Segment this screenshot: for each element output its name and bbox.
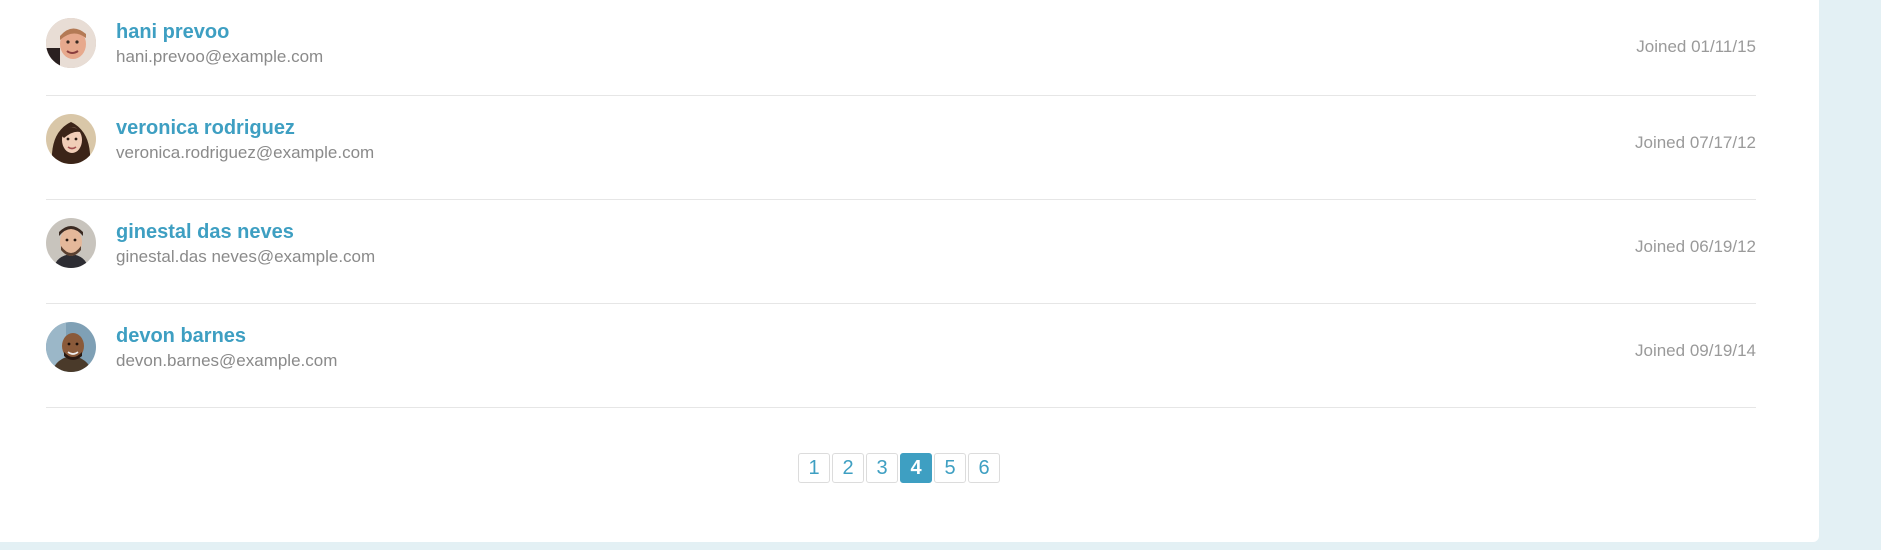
pagination: 1 2 3 4 5 6 [798,453,1000,483]
user-avatar[interactable] [46,114,96,164]
user-email: ginestal.das neves@example.com [116,247,376,266]
user-email: hani.prevoo@example.com [116,47,324,66]
user-row[interactable]: hani prevoo hani.prevoo@example.com Join… [46,0,1756,96]
user-email: veronica.rodriguez@example.com [116,143,375,162]
user-joined-date: Joined 07/17/12 [1635,133,1756,152]
page-button-4-current[interactable]: 4 [900,453,932,483]
user-joined-date: Joined 09/19/14 [1635,341,1756,360]
user-row[interactable]: veronica rodriguez veronica.rodriguez@ex… [46,96,1756,200]
user-joined-date: Joined 06/19/12 [1635,237,1756,256]
user-avatar[interactable] [46,18,96,68]
page-button-3[interactable]: 3 [866,453,898,483]
page-button-2[interactable]: 2 [832,453,864,483]
user-row[interactable]: ginestal das neves ginestal.das neves@ex… [46,200,1756,304]
user-row[interactable]: devon barnes devon.barnes@example.com Jo… [46,304,1756,408]
user-name[interactable]: ginestal das neves [116,221,294,244]
user-email: devon.barnes@example.com [116,351,338,370]
page-button-1[interactable]: 1 [798,453,830,483]
user-name[interactable]: veronica rodriguez [116,117,295,140]
user-name[interactable]: hani prevoo [116,21,229,44]
user-list-card: hani prevoo hani.prevoo@example.com Join… [0,0,1819,542]
page-button-6[interactable]: 6 [968,453,1000,483]
user-name[interactable]: devon barnes [116,325,246,348]
page-button-5[interactable]: 5 [934,453,966,483]
user-list: hani prevoo hani.prevoo@example.com Join… [46,0,1756,408]
user-avatar[interactable] [46,218,96,268]
user-avatar[interactable] [46,322,96,372]
user-joined-date: Joined 01/11/15 [1636,37,1756,56]
